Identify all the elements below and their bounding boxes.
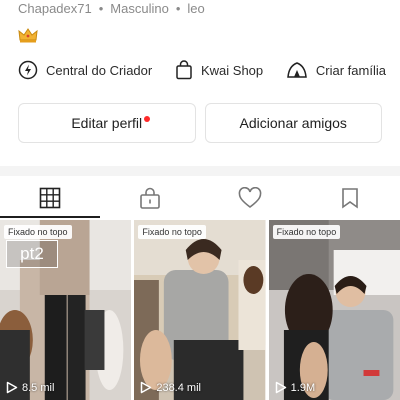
grid-icon xyxy=(39,187,61,209)
separator-dot: • xyxy=(175,1,181,16)
crown-icon xyxy=(18,28,38,43)
heart-icon xyxy=(238,187,262,209)
pinned-badge: Fixado no topo xyxy=(272,225,341,239)
view-count: 8.5 mil xyxy=(6,381,54,394)
view-count-label: 1.9M xyxy=(290,381,316,394)
create-family-link[interactable]: Criar família xyxy=(286,60,386,80)
pinned-badge: Fixado no topo xyxy=(138,225,206,239)
content-tabs xyxy=(0,180,400,216)
edit-profile-button[interactable]: Editar perfil xyxy=(18,103,196,143)
notification-dot xyxy=(144,116,150,122)
bookmark-icon xyxy=(342,188,358,209)
video-thumbnail[interactable]: Fixado no topo 1.9M xyxy=(268,220,400,400)
view-count-label: 238.4 mil xyxy=(156,381,201,394)
lightning-icon xyxy=(18,60,38,80)
active-tab-indicator xyxy=(0,216,100,218)
creator-center-link[interactable]: Central do Criador xyxy=(18,60,152,80)
kwai-shop-link[interactable]: Kwai Shop xyxy=(175,60,263,80)
profile-meta-line: Chapadex71 • Masculino • leo xyxy=(18,1,205,16)
gender: Masculino xyxy=(110,1,169,16)
play-icon xyxy=(141,381,152,394)
pinned-badge: Fixado no topo xyxy=(4,225,72,239)
section-divider xyxy=(0,166,400,176)
creator-center-label: Central do Criador xyxy=(46,62,153,78)
view-count: 238.4 mil xyxy=(140,381,201,394)
lock-icon xyxy=(140,187,160,209)
create-family-label: Criar família xyxy=(315,62,386,78)
video-caption: pt2 xyxy=(6,240,58,268)
profile-actions: Editar perfil Adicionar amigos xyxy=(18,103,382,143)
tab-saved[interactable] xyxy=(300,180,400,216)
view-count: 1.9M xyxy=(275,381,315,394)
video-thumbnail[interactable]: Fixado no topo pt2 8.5 mil xyxy=(0,220,132,400)
username: Chapadex71 xyxy=(18,1,92,16)
play-icon xyxy=(6,381,18,394)
video-thumbnail[interactable]: Fixado no topo 238.4 mil xyxy=(134,220,266,400)
view-count-label: 8.5 mil xyxy=(22,381,55,394)
shopping-bag-icon xyxy=(176,60,192,80)
quick-links-row: Central do Criador Kwai Shop Criar famíl… xyxy=(18,60,386,80)
kwai-shop-label: Kwai Shop xyxy=(200,62,264,78)
zodiac-sign: leo xyxy=(187,1,205,16)
tab-grid[interactable] xyxy=(0,180,100,216)
tab-private[interactable] xyxy=(100,180,200,216)
thumbnail-image xyxy=(134,220,266,400)
add-friends-button[interactable]: Adicionar amigos xyxy=(204,103,382,143)
add-friends-label: Adicionar amigos xyxy=(239,115,347,131)
edit-profile-label: Editar perfil xyxy=(71,115,143,131)
tent-icon xyxy=(287,62,307,78)
play-icon xyxy=(275,381,286,394)
thumbnail-image xyxy=(268,220,400,400)
separator-dot: • xyxy=(98,1,104,16)
tab-liked[interactable] xyxy=(200,180,300,216)
video-grid: Fixado no topo pt2 8.5 mil Fixado no top… xyxy=(0,220,400,400)
